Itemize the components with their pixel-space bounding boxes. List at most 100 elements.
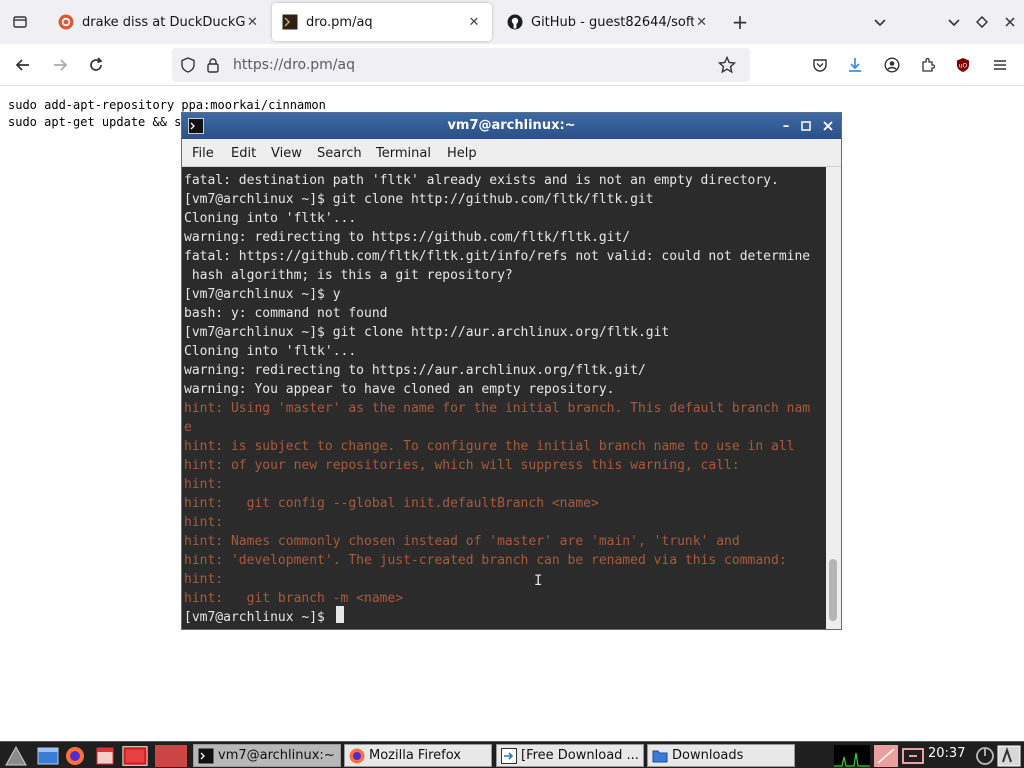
menu-search[interactable]: Search (317, 146, 362, 161)
reload-icon[interactable] (81, 50, 111, 80)
terminal-output[interactable]: fatal: destination path 'fltk' already e… (182, 167, 826, 629)
workspace-2-icon[interactable] (155, 744, 187, 767)
terminal-favicon-icon (282, 14, 298, 30)
terminal-line: [vm7@archlinux ~]$ y (184, 287, 341, 302)
shield-icon[interactable] (180, 57, 196, 77)
svg-text:uO: uO (959, 63, 968, 70)
firefox-launcher-icon[interactable] (62, 744, 88, 767)
close-window-icon[interactable] (996, 8, 1024, 36)
account-icon[interactable] (877, 50, 907, 80)
show-desktop-icon[interactable] (996, 744, 1022, 767)
duckduckgo-icon (58, 14, 74, 30)
lock-icon[interactable] (206, 57, 220, 77)
menu-file[interactable]: File (192, 146, 214, 161)
terminal-hint-line: hint: Using 'master' as the name for the… (184, 401, 811, 416)
menu-terminal[interactable]: Terminal (376, 146, 431, 161)
minimize-icon[interactable]: – (777, 117, 795, 135)
address-bar[interactable]: https://dro.pm/aq (172, 48, 750, 82)
maximize-icon[interactable] (797, 117, 815, 135)
task-terminal[interactable]: vm7@archlinux:~ (193, 744, 341, 767)
browser-tab-strip: drake diss at DuckDuckGo ✕ dro.pm/aq ✕ G… (0, 0, 1024, 44)
tab-github[interactable]: GitHub - guest82644/softw ✕ (497, 3, 719, 41)
task-label: Mozilla Firefox (369, 748, 461, 763)
tab-duckduckgo[interactable]: drake diss at DuckDuckGo ✕ (48, 3, 270, 41)
task-label: [Free Download ... (521, 748, 639, 763)
terminal-line: Cloning into 'fltk'... (184, 211, 357, 226)
downloads-icon[interactable] (840, 50, 870, 80)
window-icon[interactable] (92, 744, 118, 767)
terminal-title: vm7@archlinux:~ (447, 118, 576, 133)
terminal-line: warning: You appear to have cloned an em… (184, 382, 615, 397)
terminal-window[interactable]: vm7@archlinux:~ – File Edit View Search … (181, 112, 842, 630)
installer-icon (501, 747, 517, 764)
terminal-line: [vm7@archlinux ~]$ git clone http://gith… (184, 192, 654, 207)
chevron-down-icon[interactable] (866, 8, 894, 36)
back-arrow-icon[interactable] (8, 50, 38, 80)
terminal-hint-line: hint: Names commonly chosen instead of '… (184, 534, 740, 549)
scrollbar-thumb[interactable] (829, 559, 837, 621)
ibeam-cursor-icon: I (534, 573, 543, 589)
terminal-hint-line: hint: 'development'. The just-created br… (184, 553, 787, 568)
close-tab-icon[interactable]: ✕ (245, 14, 260, 30)
maximize-window-icon[interactable] (968, 8, 996, 36)
terminal-line: warning: redirecting to https://aur.arch… (184, 363, 646, 378)
terminal-line: bash: y: command not found (184, 306, 388, 321)
pocket-icon[interactable] (805, 50, 835, 80)
terminal-titlebar[interactable]: vm7@archlinux:~ – (182, 113, 841, 139)
url-text: https://dro.pm/aq (233, 57, 355, 73)
taskbar: vm7@archlinux:~ Mozilla Firefox [Free Do… (0, 741, 1024, 768)
terminal-hint-line: e (184, 420, 192, 435)
minimize-window-icon[interactable] (940, 8, 968, 36)
session-icon[interactable] (972, 744, 998, 767)
page-text-line: sudo add-apt-repository ppa:moorkai/cinn… (8, 98, 326, 112)
terminal-line: hash algorithm; is this a git repository… (184, 268, 513, 283)
menu-help[interactable]: Help (447, 146, 477, 161)
menu-view[interactable]: View (271, 146, 302, 161)
terminal-line: Cloning into 'fltk'... (184, 344, 357, 359)
terminal-hint-line: hint: git config --global init.defaultBr… (184, 496, 599, 511)
workspace-1-icon[interactable] (122, 744, 148, 767)
ublock-icon[interactable]: uO (948, 50, 978, 80)
task-free-download[interactable]: [Free Download ... (496, 744, 644, 767)
terminal-icon (198, 748, 214, 764)
terminal-line: fatal: https://github.com/fltk/fltk.git/… (184, 249, 811, 264)
clock[interactable]: 20:37 (928, 746, 965, 761)
terminal-hint-line: hint: (184, 477, 224, 492)
tab-title: GitHub - guest82644/softw (531, 14, 695, 30)
terminal-line: fatal: destination path 'fltk' already e… (184, 173, 779, 188)
terminal-line: warning: redirecting to https://github.c… (184, 230, 631, 245)
terminal-hint-line: hint: (184, 515, 224, 530)
new-tab-icon[interactable]: + (726, 8, 754, 36)
firefox-icon (349, 748, 365, 764)
terminal-hint-line: hint: (184, 572, 224, 587)
power-status-icon[interactable] (900, 744, 926, 767)
bookmark-star-icon[interactable] (717, 55, 737, 78)
tab-list-icon[interactable] (6, 8, 34, 36)
task-firefox[interactable]: Mozilla Firefox (344, 744, 492, 767)
folder-icon (652, 748, 668, 764)
forward-arrow-icon[interactable] (45, 50, 75, 80)
close-icon[interactable] (819, 117, 837, 135)
task-downloads[interactable]: Downloads (647, 744, 795, 767)
close-tab-icon[interactable]: ✕ (694, 14, 709, 30)
extensions-icon[interactable] (913, 50, 943, 80)
tab-dro-pm[interactable]: dro.pm/aq ✕ (272, 3, 492, 41)
terminal-hint-line: hint: git branch -m <name> (184, 591, 404, 606)
tab-title: drake diss at DuckDuckGo (82, 14, 245, 30)
close-tab-icon[interactable]: ✕ (466, 14, 482, 30)
start-menu-icon[interactable] (3, 744, 29, 767)
tab-title: dro.pm/aq (306, 14, 373, 30)
task-label: Downloads (672, 748, 744, 763)
text-cursor (336, 606, 344, 623)
terminal-line: [vm7@archlinux ~]$ git clone http://aur.… (184, 325, 670, 340)
hamburger-menu-icon[interactable] (985, 50, 1015, 80)
terminal-scrollbar[interactable] (826, 167, 841, 629)
task-label: vm7@archlinux:~ (218, 748, 335, 763)
github-icon (507, 14, 523, 30)
file-manager-icon[interactable] (35, 744, 61, 767)
terminal-hint-line: hint: of your new repositories, which wi… (184, 458, 740, 473)
terminal-menubar: File Edit View Search Terminal Help (182, 139, 841, 167)
network-icon[interactable] (873, 744, 899, 767)
menu-edit[interactable]: Edit (231, 146, 256, 161)
cpu-monitor-icon (834, 744, 870, 767)
